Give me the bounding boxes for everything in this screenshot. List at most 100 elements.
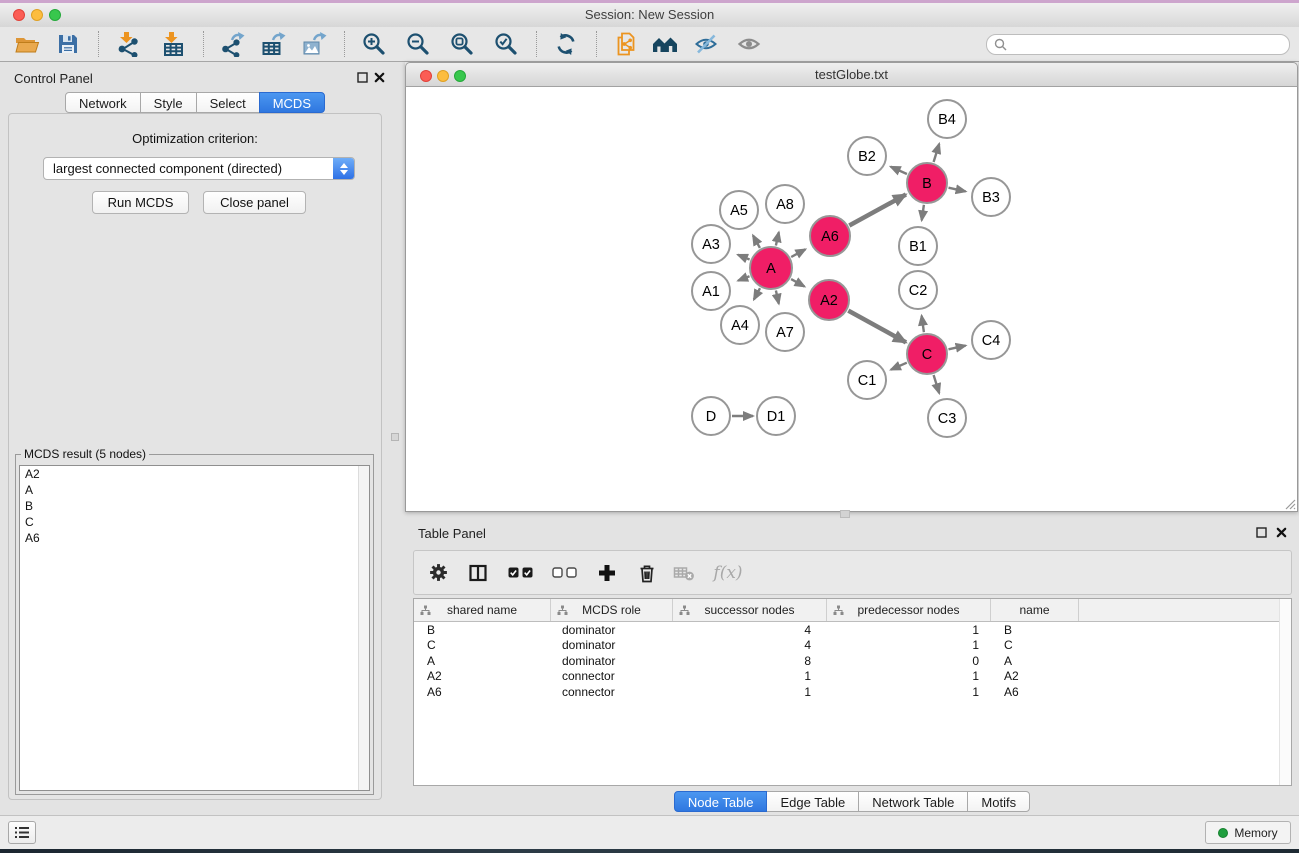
table-panel-title: Table Panel [418, 526, 486, 541]
table-cell: connector [551, 669, 673, 683]
export-image-icon[interactable] [300, 31, 328, 58]
delete-table-icon[interactable] [673, 562, 695, 584]
zoom-fit-icon[interactable] [448, 31, 476, 58]
resize-grip-icon[interactable] [1282, 496, 1296, 510]
zoom-selected-icon[interactable] [492, 31, 520, 58]
table-cell: C [991, 638, 1079, 652]
first-neighbors-icon[interactable] [651, 31, 679, 58]
tab-motifs[interactable]: Motifs [967, 791, 1030, 812]
column-header-name[interactable]: name [991, 599, 1079, 621]
table-row[interactable]: Cdominator41C [414, 638, 1291, 654]
close-window-button[interactable] [420, 70, 432, 82]
svg-text:A5: A5 [730, 203, 748, 219]
svg-text:A: A [766, 261, 776, 277]
tab-style[interactable]: Style [140, 92, 197, 113]
list-icon [15, 826, 29, 839]
table-settings-icon[interactable] [427, 562, 449, 584]
column-header-predecessor-nodes[interactable]: predecessor nodes [827, 599, 991, 621]
save-session-icon[interactable] [54, 31, 82, 58]
mcds-result-item[interactable]: A2 [20, 466, 369, 482]
clone-network-icon[interactable] [612, 31, 640, 58]
table-cell: dominator [551, 638, 673, 652]
table-cell: A2 [991, 669, 1079, 683]
table-cell: B [991, 623, 1079, 637]
refresh-icon[interactable] [552, 31, 580, 58]
hide-selected-icon[interactable] [692, 31, 720, 58]
table-scrollbar[interactable] [1279, 599, 1291, 785]
show-all-icon[interactable] [735, 31, 763, 58]
tab-select[interactable]: Select [196, 92, 260, 113]
mcds-result-item[interactable]: A [20, 482, 369, 498]
horizontal-splitter-grip[interactable] [840, 510, 850, 518]
table-cell: 1 [827, 623, 991, 637]
mcds-result-title: MCDS result (5 nodes) [21, 447, 149, 461]
list-scrollbar[interactable] [358, 466, 369, 790]
float-panel-icon[interactable] [1256, 527, 1267, 538]
table-row[interactable]: A2connector11A2 [414, 669, 1291, 685]
import-network-icon[interactable] [114, 31, 142, 58]
tab-edge-table[interactable]: Edge Table [766, 791, 859, 812]
close-window-button[interactable] [13, 9, 25, 21]
function-builder-icon[interactable]: f(x) [710, 562, 746, 584]
tab-network[interactable]: Network [65, 92, 141, 113]
svg-text:A1: A1 [702, 284, 720, 300]
task-history-button[interactable] [8, 821, 36, 844]
table-cell: 4 [673, 638, 827, 652]
zoom-in-icon[interactable] [360, 31, 388, 58]
network-canvas[interactable]: AA1A3A4A5A7A8A6A2BB1B2B3B4CC1C2C3C4DD1 [405, 87, 1298, 512]
deselect-all-icon[interactable] [552, 567, 577, 578]
control-panel-title: Control Panel [14, 71, 93, 86]
column-header-successor-nodes[interactable]: successor nodes [673, 599, 827, 621]
table-cell: A [991, 654, 1079, 668]
run-mcds-button[interactable]: Run MCDS [92, 191, 189, 214]
table-row[interactable]: Adominator80A [414, 653, 1291, 669]
app-titlebar[interactable]: Session: New Session [0, 3, 1299, 28]
export-table-icon[interactable] [259, 31, 287, 58]
export-network-icon[interactable] [218, 31, 246, 58]
minimize-window-button[interactable] [437, 70, 449, 82]
close-panel-icon[interactable] [1276, 527, 1287, 538]
minimize-window-button[interactable] [31, 9, 43, 21]
tab-network-table[interactable]: Network Table [858, 791, 968, 812]
open-file-icon[interactable] [13, 31, 41, 58]
mcds-result-item[interactable]: C [20, 514, 369, 530]
close-panel-button[interactable]: Close panel [203, 191, 306, 214]
search-field[interactable] [986, 34, 1290, 55]
zoom-out-icon[interactable] [404, 31, 432, 58]
float-panel-icon[interactable] [357, 72, 368, 83]
network-graph[interactable]: AA1A3A4A5A7A8A6A2BB1B2B3B4CC1C2C3C4DD1 [406, 87, 1297, 510]
memory-button[interactable]: Memory [1205, 821, 1291, 844]
vertical-splitter-grip[interactable] [391, 433, 399, 441]
select-all-icon[interactable] [508, 567, 533, 578]
table-row[interactable]: A6connector11A6 [414, 684, 1291, 700]
column-header-MCDS-role[interactable]: MCDS role [551, 599, 673, 621]
table-cell: A6 [991, 685, 1079, 699]
table-cell: 1 [827, 638, 991, 652]
zoom-window-button[interactable] [49, 9, 61, 21]
column-header-shared-name[interactable]: shared name [414, 599, 551, 621]
dropdown-stepper-icon[interactable] [333, 158, 354, 179]
show-columns-icon[interactable] [467, 562, 489, 584]
mcds-result-item[interactable]: A6 [20, 530, 369, 546]
status-bar: Memory [0, 815, 1299, 850]
search-input[interactable] [1012, 36, 1266, 52]
memory-status-icon [1218, 828, 1228, 838]
node-table[interactable]: shared nameMCDS rolesuccessor nodesprede… [413, 598, 1292, 786]
mcds-result-list[interactable]: A2ABCA6 [19, 465, 370, 791]
toolbar-separator [203, 31, 204, 57]
control-panel: Control Panel NetworkStyleSelectMCDS Opt… [0, 62, 390, 815]
mcds-result-item[interactable]: B [20, 498, 369, 514]
import-table-icon[interactable] [159, 31, 187, 58]
delete-row-icon[interactable] [636, 562, 658, 584]
tab-node-table[interactable]: Node Table [674, 791, 768, 812]
tab-mcds[interactable]: MCDS [259, 92, 325, 113]
zoom-window-button[interactable] [454, 70, 466, 82]
criterion-dropdown[interactable]: largest connected component (directed) [43, 157, 355, 180]
close-panel-icon[interactable] [374, 72, 385, 83]
network-window-titlebar[interactable]: testGlobe.txt [405, 62, 1298, 87]
table-row[interactable]: Bdominator41B [414, 622, 1291, 638]
svg-text:C2: C2 [909, 283, 928, 299]
add-row-icon[interactable] [596, 562, 618, 584]
app-window: Session: New Session [0, 0, 1299, 853]
mcds-tab-content: Optimization criterion: largest connecte… [8, 113, 382, 800]
